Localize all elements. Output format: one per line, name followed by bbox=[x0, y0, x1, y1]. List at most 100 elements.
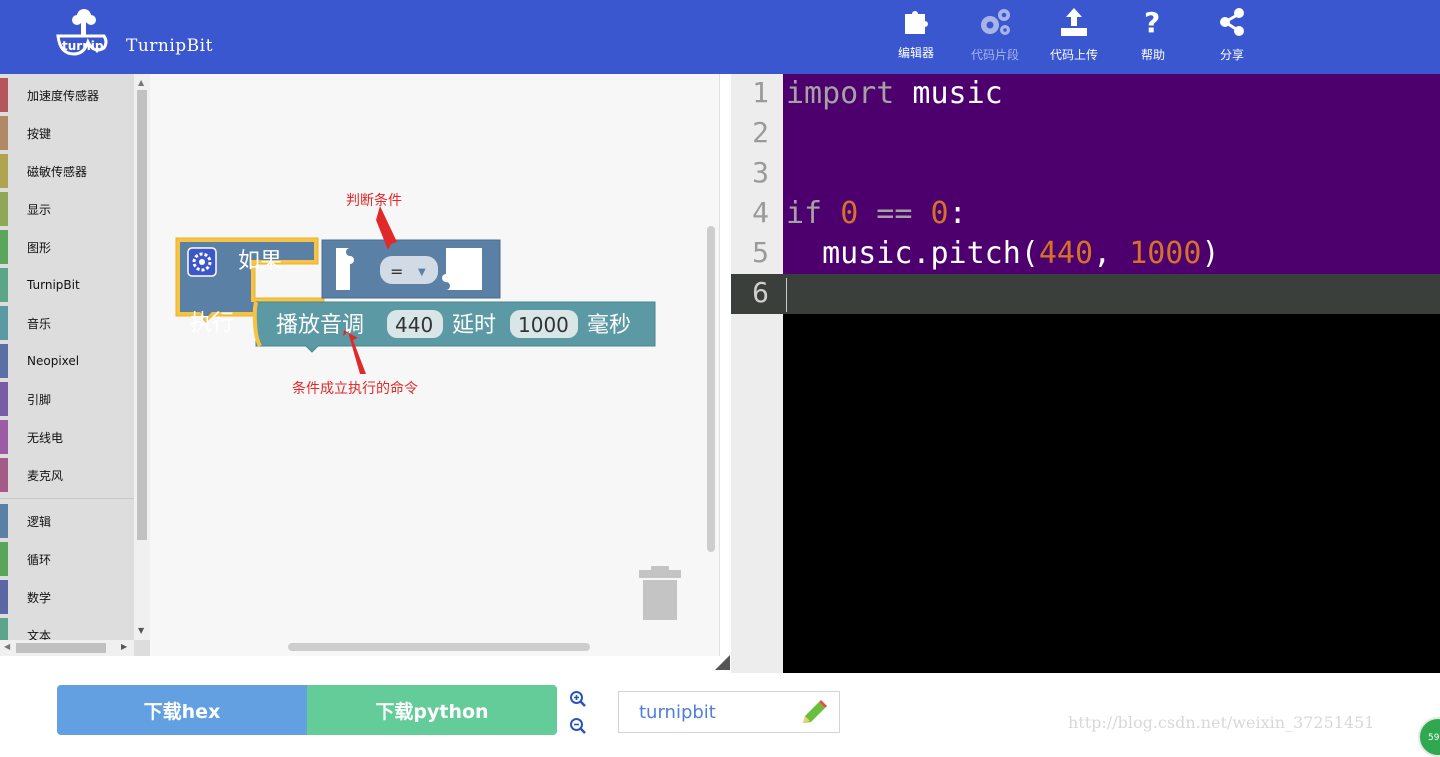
nav-help[interactable]: ? 帮助 bbox=[1118, 6, 1188, 63]
delay-label: 延时 bbox=[452, 313, 496, 338]
toolbox-vertical-scrollbar[interactable]: ▲ ▼ bbox=[134, 74, 150, 640]
code-token: music.pitch( bbox=[786, 236, 1039, 271]
download-hex-button[interactable]: 下载hex bbox=[57, 685, 307, 735]
operator-dropdown[interactable] bbox=[380, 256, 438, 284]
nav-share-label: 分享 bbox=[1219, 48, 1244, 62]
toolbox-horizontal-scrollbar[interactable]: ◀ ▶ bbox=[0, 640, 134, 656]
status-badge: 59 bbox=[1418, 717, 1440, 757]
toolbox-category[interactable]: 磁敏传感器 bbox=[0, 152, 134, 190]
toolbox-category[interactable]: TurnipBit bbox=[0, 266, 134, 304]
nav-editor-label: 编辑器 bbox=[897, 46, 934, 60]
code-token: import bbox=[786, 76, 895, 111]
toolbox-category[interactable]: Neopixel bbox=[0, 342, 134, 380]
category-label: Neopixel bbox=[27, 354, 80, 368]
code-editor[interactable]: import music if 0 == 0: music.pitch(440,… bbox=[783, 74, 1440, 674]
workspace-vertical-scrollbar[interactable] bbox=[707, 226, 715, 552]
dropdown-arrow-icon: ▼ bbox=[418, 267, 426, 278]
category-label: TurnipBit bbox=[27, 278, 80, 292]
do-label: 执行 bbox=[190, 311, 234, 336]
code-line-5[interactable]: music.pitch(440, 1000) bbox=[786, 234, 1220, 274]
toolbox-category[interactable]: 显示 bbox=[0, 190, 134, 228]
toolbox-category[interactable]: 麦克风 bbox=[0, 456, 134, 494]
code-token: 0 bbox=[930, 196, 949, 231]
category-label: 按键 bbox=[27, 126, 52, 141]
category-color-swatch bbox=[0, 420, 8, 454]
toolbox-hscroll-thumb[interactable] bbox=[16, 643, 106, 653]
nav-share[interactable]: 分享 bbox=[1197, 6, 1267, 63]
toolbox-category[interactable]: 逻辑 bbox=[0, 502, 134, 540]
nav-editor[interactable]: 编辑器 bbox=[881, 6, 951, 61]
scroll-right-arrow-icon[interactable]: ▶ bbox=[121, 642, 127, 651]
line-number: 2 bbox=[752, 116, 769, 149]
toolbox-separator bbox=[0, 498, 134, 499]
category-label: 逻辑 bbox=[27, 514, 52, 529]
svg-text:turnip: turnip bbox=[62, 39, 104, 53]
upload-icon bbox=[1061, 8, 1087, 36]
category-color-swatch bbox=[0, 382, 8, 416]
category-label: 音乐 bbox=[27, 316, 52, 331]
code-token: if bbox=[786, 196, 823, 231]
category-label: 循环 bbox=[27, 552, 52, 567]
turnipbit-logo[interactable]: turnip bbox=[54, 6, 110, 58]
toolbox-category[interactable]: 图形 bbox=[0, 228, 134, 266]
category-label: 磁敏传感器 bbox=[27, 164, 88, 179]
scroll-up-arrow-icon[interactable]: ▲ bbox=[138, 78, 144, 87]
category-label: 图形 bbox=[27, 240, 52, 255]
toolbox-category[interactable]: 无线电 bbox=[0, 418, 134, 456]
svg-text:?: ? bbox=[1144, 6, 1160, 38]
toolbox-scroll-thumb[interactable] bbox=[137, 90, 147, 540]
resize-handle[interactable] bbox=[715, 655, 730, 670]
operator-text: = bbox=[390, 262, 403, 281]
project-name-field[interactable]: turnipbit bbox=[618, 691, 840, 733]
bottom-toolbar: 下载hex 下载python turnipbit http://blog.csd… bbox=[0, 673, 1440, 757]
category-color-swatch bbox=[0, 504, 8, 538]
toolbox-category[interactable]: 音乐 bbox=[0, 304, 134, 342]
toolbox-category[interactable]: 引脚 bbox=[0, 380, 134, 418]
code-line-1[interactable]: import music bbox=[786, 74, 1003, 114]
toolbox-category[interactable]: 数学 bbox=[0, 578, 134, 616]
category-label: 麦克风 bbox=[27, 468, 64, 483]
code-gutter: 1 2 3 4 5 bbox=[731, 74, 783, 674]
pitch-value-text: 440 bbox=[395, 313, 433, 337]
share-icon bbox=[1220, 8, 1244, 36]
ms-label: 毫秒 bbox=[587, 313, 631, 338]
code-token: ) bbox=[1201, 236, 1220, 271]
trash-icon[interactable] bbox=[639, 564, 681, 622]
line-number: 5 bbox=[752, 236, 769, 269]
toolbox-category[interactable]: 循环 bbox=[0, 540, 134, 578]
nav-upload[interactable]: 代码上传 bbox=[1039, 6, 1109, 63]
active-line-gutter: 6 bbox=[731, 274, 783, 314]
nav-snippets-label: 代码片段 bbox=[970, 48, 1019, 62]
pencil-edit-icon[interactable] bbox=[799, 699, 829, 727]
active-code-line[interactable] bbox=[783, 274, 1440, 314]
block-toolbox: 加速度传感器按键磁敏传感器显示图形 TurnipBit 音乐 Neopixel 引脚无线… bbox=[0, 74, 150, 656]
workspace-horizontal-scrollbar[interactable] bbox=[288, 643, 590, 651]
category-label: 无线电 bbox=[27, 430, 64, 445]
category-color-swatch bbox=[0, 580, 8, 614]
if-label: 如果 bbox=[238, 249, 282, 274]
toolbox-category[interactable]: 按键 bbox=[0, 114, 134, 152]
zoom-in-icon[interactable] bbox=[569, 690, 587, 708]
nav-upload-label: 代码上传 bbox=[1049, 48, 1098, 62]
text-cursor bbox=[786, 278, 787, 312]
delay-value-text: 1000 bbox=[518, 313, 569, 337]
puzzle-icon bbox=[905, 11, 928, 34]
category-color-swatch bbox=[0, 192, 8, 226]
app-header: turnip TurnipBit 编辑器 代码片段 代码上传 ? 帮助 分享 bbox=[0, 0, 1440, 74]
blocks-workspace[interactable]: = ▼ 如果 执行 播放音调 440 延时 1000 毫秒 判断条件 条件成立执… bbox=[150, 74, 720, 656]
category-label: 引脚 bbox=[27, 392, 52, 407]
help-icon: ? bbox=[1144, 6, 1160, 38]
code-token: , bbox=[1093, 236, 1130, 271]
line-number: 1 bbox=[752, 76, 769, 109]
scroll-down-arrow-icon[interactable]: ▼ bbox=[138, 626, 144, 635]
nav-help-label: 帮助 bbox=[1140, 48, 1165, 62]
condition-annotation: 判断条件 bbox=[346, 193, 402, 209]
download-python-button[interactable]: 下载python bbox=[307, 685, 557, 735]
nav-snippets[interactable]: 代码片段 bbox=[960, 6, 1030, 63]
code-token: 1000 bbox=[1129, 236, 1202, 271]
code-line-4[interactable]: if 0 == 0: bbox=[786, 194, 967, 234]
toolbox-category[interactable]: 加速度传感器 bbox=[0, 76, 134, 114]
scroll-left-arrow-icon[interactable]: ◀ bbox=[4, 642, 10, 651]
category-label: 显示 bbox=[27, 202, 52, 217]
zoom-out-icon[interactable] bbox=[569, 717, 587, 735]
